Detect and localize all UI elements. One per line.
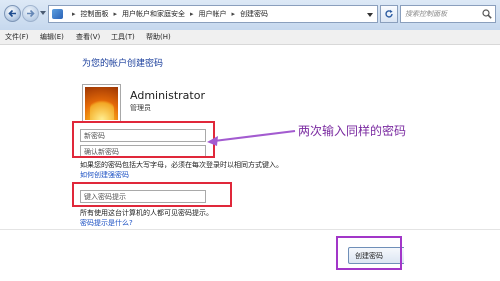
- footer-divider: [0, 229, 500, 230]
- hint-visibility-note: 所有使用这台计算机的人都可见密码提示。: [80, 209, 213, 217]
- breadcrumb-control-panel[interactable]: 控制面板: [81, 9, 109, 20]
- menu-view[interactable]: 查看(V): [76, 32, 100, 42]
- breadcrumb: ▸ 控制面板 ▸ 用户帐户和家庭安全 ▸ 用户帐户 ▸ 创建密码: [67, 9, 268, 20]
- back-arrow-icon: [8, 9, 16, 18]
- breadcrumb-separator: ▸: [113, 10, 118, 18]
- page-title: 为您的帐户创建密码: [82, 59, 164, 69]
- password-fields-highlight: [72, 121, 215, 158]
- control-panel-icon: [52, 9, 63, 19]
- breadcrumb-separator: ▸: [190, 10, 194, 18]
- address-bar-area: ▸ 控制面板 ▸ 用户帐户和家庭安全 ▸ 用户帐户 ▸ 创建密码: [0, 0, 500, 31]
- cropped-area: [404, 236, 500, 281]
- user-avatar-icon: [82, 84, 121, 123]
- refresh-button[interactable]: [380, 5, 398, 23]
- hint-field-highlight: [72, 182, 232, 207]
- breadcrumb-user-accounts-family-safety[interactable]: 用户帐户和家庭安全: [122, 9, 185, 20]
- back-button[interactable]: [4, 5, 21, 22]
- menu-file[interactable]: 文件(F): [5, 32, 29, 42]
- address-dropdown-icon[interactable]: [367, 13, 373, 17]
- menu-edit[interactable]: 编辑(E): [40, 32, 64, 42]
- forward-button[interactable]: [22, 5, 39, 22]
- breadcrumb-user-accounts[interactable]: 用户帐户: [199, 9, 227, 20]
- search-icon[interactable]: [482, 9, 492, 19]
- caps-note: 如果您的密码包括大写字母，必须在每次登录时以相同方式键入。: [80, 161, 283, 169]
- search-box[interactable]: [400, 5, 496, 23]
- what-is-password-hint-link[interactable]: 密码提示是什么?: [80, 218, 133, 228]
- forward-arrow-icon: [27, 9, 35, 18]
- search-input[interactable]: [403, 8, 481, 20]
- create-button-highlight: [336, 236, 402, 270]
- menu-bar: 文件(F) 编辑(E) 查看(V) 工具(T) 帮助(H): [0, 30, 500, 45]
- breadcrumb-separator: ▸: [231, 10, 236, 18]
- annotation-arrow-icon: [207, 130, 296, 146]
- menu-tools[interactable]: 工具(T): [111, 32, 135, 42]
- user-role: 管理员: [130, 104, 151, 112]
- address-field[interactable]: ▸ 控制面板 ▸ 用户帐户和家庭安全 ▸ 用户帐户 ▸ 创建密码: [48, 5, 378, 23]
- breadcrumb-create-password[interactable]: 创建密码: [240, 9, 268, 20]
- user-name: Administrator: [130, 89, 205, 102]
- recent-pages-dropdown[interactable]: [40, 11, 46, 15]
- menu-help[interactable]: 帮助(H): [146, 32, 171, 42]
- breadcrumb-separator: ▸: [72, 10, 76, 18]
- annotation-text: 两次输入同样的密码: [298, 124, 407, 138]
- how-to-create-strong-password-link[interactable]: 如何创建强密码: [80, 170, 129, 180]
- refresh-icon: [385, 9, 393, 18]
